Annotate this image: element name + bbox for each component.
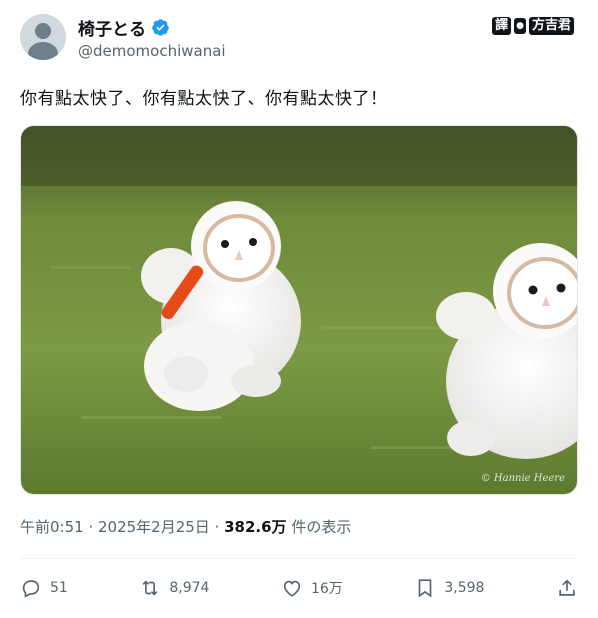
share-button[interactable] (556, 577, 578, 599)
tweet-meta: 午前0:51 · 2025年2月25日 · 382.6万 件の表示 (20, 516, 351, 537)
retweet-icon (142, 580, 158, 596)
timestamp[interactable]: 午前0:51 · 2025年2月25日 · (20, 518, 224, 536)
avatar-head (35, 23, 51, 39)
verified-badge-icon (152, 19, 169, 36)
bookmark-button[interactable]: 3,598 (414, 577, 484, 599)
reply-count: 51 (50, 580, 68, 596)
like-count: 16万 (310, 581, 343, 597)
watermark-dot: ● (514, 18, 526, 34)
view-count: 382.6万 (224, 518, 287, 536)
retweet-count: 8,974 (169, 580, 210, 596)
watermark-left: 譯 (492, 17, 512, 35)
reply-button[interactable]: 51 (20, 577, 68, 599)
watermark-right: 方吉君 (528, 17, 574, 35)
action-bar: 51 8,974 16万 3,598 (20, 577, 578, 599)
name-row: 椅子とる (78, 15, 170, 40)
retweet-button[interactable]: 8,974 (139, 577, 209, 599)
avatar[interactable] (20, 14, 66, 60)
bookmark-count: 3,598 (444, 580, 485, 596)
share-icon (559, 579, 575, 596)
user-handle[interactable]: @demomochiwanai (78, 42, 226, 60)
bookmark-icon (419, 579, 432, 598)
watermark: 譯 ● 方吉君 (492, 17, 574, 35)
reply-icon (22, 580, 40, 598)
owl-photo-illustration (21, 126, 577, 494)
photo-credit: © Hannie Heere (480, 473, 565, 484)
tweet-photo[interactable]: © Hannie Heere (20, 125, 578, 495)
display-name[interactable]: 椅子とる (78, 15, 146, 40)
like-button[interactable]: 16万 (281, 577, 343, 599)
avatar-body (28, 42, 58, 60)
heart-icon (283, 580, 301, 597)
divider-top (20, 558, 578, 559)
view-count-label: 件の表示 (286, 518, 352, 536)
tweet-text: 你有點太快了、你有點太快了、你有點太快了！ (20, 89, 388, 109)
